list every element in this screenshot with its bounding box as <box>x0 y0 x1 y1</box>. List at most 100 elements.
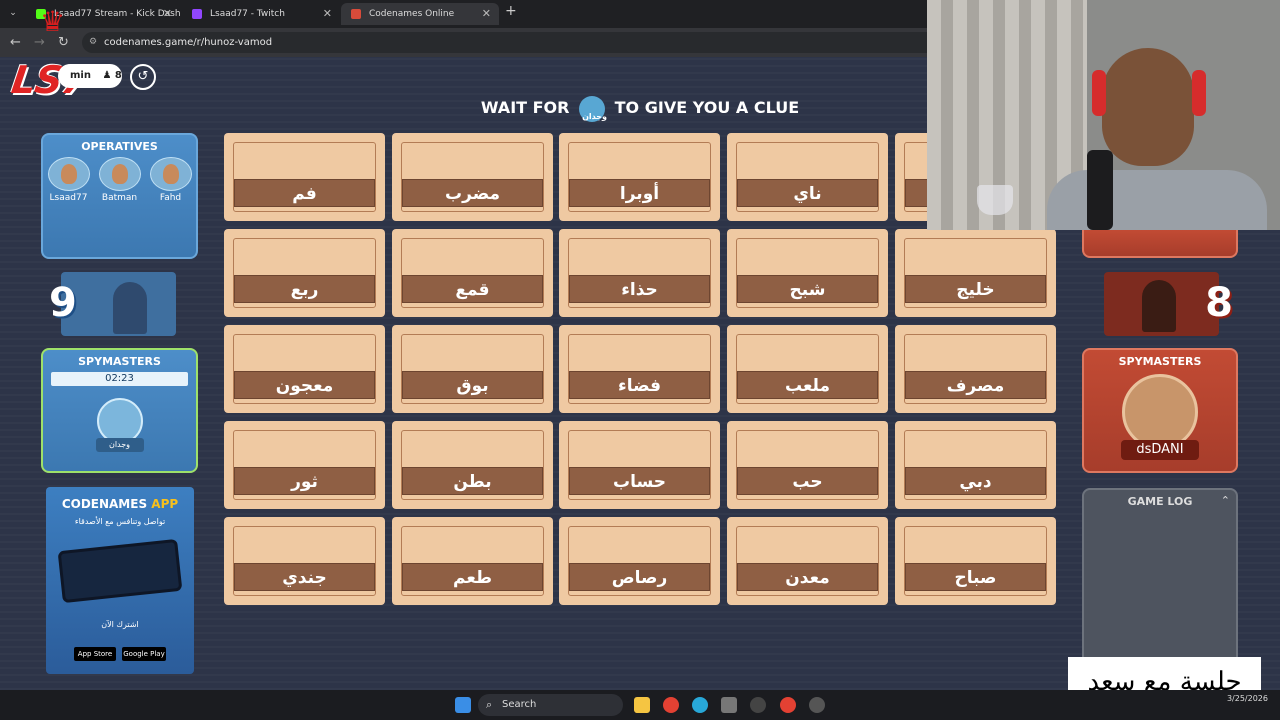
spymaster-avatar: وجدان <box>579 95 607 122</box>
app-store-badge[interactable]: App Store <box>74 647 116 661</box>
operative[interactable]: Batman <box>98 157 141 203</box>
streamer-head <box>1102 48 1194 166</box>
taskbar-search[interactable]: ⌕ Search <box>478 694 623 716</box>
store-icon[interactable] <box>721 697 737 713</box>
word-card[interactable]: فم <box>224 133 385 221</box>
card-word: رصاص <box>569 563 710 591</box>
blue-operatives-panel: OPERATIVES Lsaad77 Batman Fahd <box>41 133 198 259</box>
word-card[interactable]: مضرب <box>392 133 553 221</box>
card-word: دبي <box>905 467 1046 495</box>
word-card[interactable]: صباح <box>895 517 1056 605</box>
word-card[interactable]: طعم <box>392 517 553 605</box>
word-card[interactable]: ملعب <box>727 325 888 413</box>
word-card[interactable]: معدن <box>727 517 888 605</box>
obs-icon[interactable] <box>750 697 766 713</box>
operative-avatar <box>47 157 90 191</box>
app-ad-title: CODENAMES APP <box>61 497 179 511</box>
tab-codenames[interactable]: Codenames Online ✕ <box>341 3 499 25</box>
close-icon[interactable]: ✕ <box>482 3 491 25</box>
spymasters-title: SPYMASTERS <box>1118 355 1202 368</box>
taskbar-clock[interactable]: 3/25/2026 <box>1227 693 1268 705</box>
microphone-icon <box>1087 150 1113 230</box>
red-spymasters-panel: SPYMASTERS dsDANI <box>1082 348 1238 473</box>
word-card[interactable]: جندي <box>224 517 385 605</box>
word-card[interactable]: رصاص <box>559 517 720 605</box>
url-text: codenames.game/r/hunoz-vamod <box>104 37 273 48</box>
spymaster-name: dsDANI <box>1121 440 1199 460</box>
word-card[interactable]: ناي <box>727 133 888 221</box>
clue-banner: WAIT FOR وجدان TO GIVE YOU A CLUE <box>470 95 810 122</box>
windows-start-icon[interactable] <box>455 697 471 713</box>
app-icon[interactable] <box>809 697 825 713</box>
spymasters-title: SPYMASTERS <box>78 355 161 368</box>
spymaster-name: وجدان <box>95 438 144 452</box>
players-button-label: min <box>70 70 91 81</box>
headphones-icon <box>1092 70 1106 116</box>
card-word: قمع <box>402 275 543 303</box>
operative-name: Fahd <box>159 193 182 203</box>
new-tab-button[interactable]: + <box>505 3 517 19</box>
card-word: معدن <box>737 563 878 591</box>
players-count: 8 <box>114 70 122 81</box>
card-word: حب <box>737 467 878 495</box>
word-card[interactable]: فضاء <box>559 325 720 413</box>
operative[interactable]: Lsaad77 <box>47 157 90 203</box>
tab-twitch[interactable]: Lsaad77 - Twitch ✕ <box>182 3 340 25</box>
taskbar-search-label: Search <box>502 699 537 710</box>
word-card[interactable]: حساب <box>559 421 720 509</box>
card-word: بوق <box>402 371 543 399</box>
blue-spymasters-panel: SPYMASTERS 02:23 وجدان <box>41 348 198 473</box>
word-card[interactable]: شبح <box>727 229 888 317</box>
operatives-title: OPERATIVES <box>81 140 158 153</box>
game-log-title: GAME LOG <box>1127 495 1193 508</box>
word-card[interactable]: ربع <box>224 229 385 317</box>
avatar-name: وجدان <box>582 111 607 121</box>
card-word: شبح <box>737 275 878 303</box>
word-card[interactable]: بطن <box>392 421 553 509</box>
word-card[interactable]: حذاء <box>559 229 720 317</box>
card-word: حذاء <box>569 275 710 303</box>
chevron-up-icon[interactable]: ⌃ <box>1221 494 1230 507</box>
codenames-app-ad[interactable]: CODENAMES APP تواصل وتنافس مع الأصدقاء ا… <box>46 487 194 674</box>
word-card[interactable]: قمع <box>392 229 553 317</box>
chrome-icon[interactable] <box>780 697 796 713</box>
edge-icon[interactable] <box>692 697 708 713</box>
card-word: أوبرا <box>569 179 710 207</box>
word-card[interactable]: خليج <box>895 229 1056 317</box>
close-icon[interactable]: ✕ <box>323 3 332 25</box>
blue-agent-figure <box>113 282 147 334</box>
app-ad-cta: اشترك الآن <box>101 620 139 629</box>
search-icon: ⌕ <box>486 698 493 711</box>
crown-icon: ♛ <box>40 5 66 38</box>
red-score: 8 <box>1205 280 1233 326</box>
word-card[interactable]: دبي <box>895 421 1056 509</box>
word-card[interactable]: مصرف <box>895 325 1056 413</box>
close-icon[interactable]: ✕ <box>163 3 172 25</box>
taskbar: ⌕ Search 3/25/2026 <box>0 690 1280 720</box>
operative-name: Batman <box>101 193 138 203</box>
google-play-badge[interactable]: Google Play <box>122 647 166 661</box>
word-card[interactable]: بوق <box>392 325 553 413</box>
word-card[interactable]: معجون <box>224 325 385 413</box>
chrome-icon[interactable] <box>663 697 679 713</box>
card-word: حساب <box>569 467 710 495</box>
word-card[interactable]: أوبرا <box>559 133 720 221</box>
card-word: مضرب <box>402 179 543 207</box>
card-word: صباح <box>905 563 1046 591</box>
cup <box>977 185 1013 215</box>
operative-avatar <box>149 157 192 191</box>
card-word: ملعب <box>737 371 878 399</box>
tab-twitch-label: Lsaad77 - Twitch <box>210 9 285 19</box>
file-explorer-icon[interactable] <box>634 697 650 713</box>
card-word: خليج <box>905 275 1046 303</box>
streamer-body <box>1047 170 1267 230</box>
operative-name: Lsaad77 <box>49 193 88 203</box>
players-button[interactable]: min ♟ 8 <box>58 64 122 88</box>
operative[interactable]: Fahd <box>149 157 192 203</box>
word-card[interactable]: حب <box>727 421 888 509</box>
word-card[interactable]: ثور <box>224 421 385 509</box>
headphones-icon <box>1192 70 1206 116</box>
url-field[interactable]: ⚙ codenames.game/r/hunoz-vamod <box>82 32 942 53</box>
reset-button[interactable]: ↺ <box>130 64 156 90</box>
card-word: جندي <box>234 563 375 591</box>
